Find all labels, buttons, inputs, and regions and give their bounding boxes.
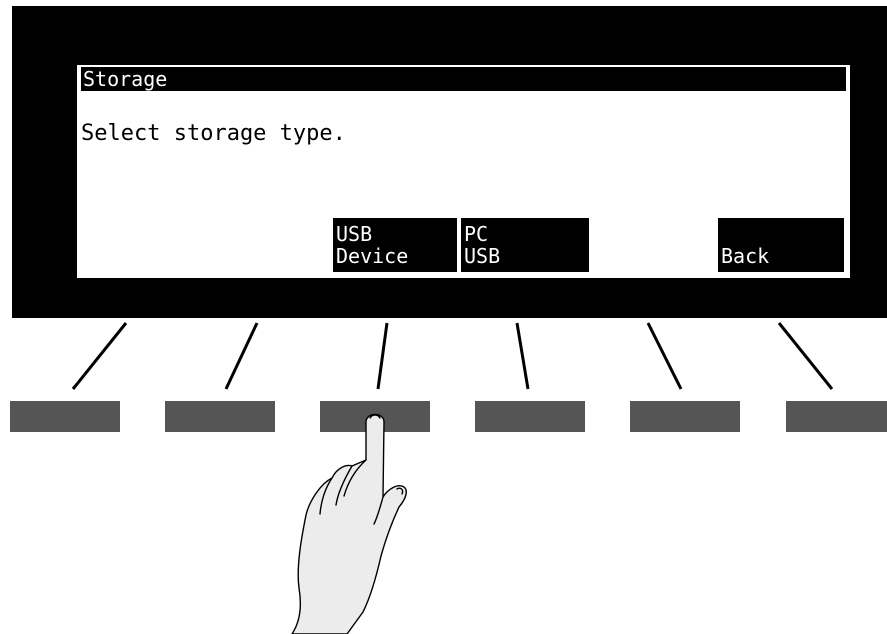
leader-line-5 (646, 322, 683, 390)
soft-button-4[interactable] (475, 401, 585, 432)
soft-button-2[interactable] (165, 401, 275, 432)
leader-lines (71, 322, 834, 390)
leader-line-1 (71, 322, 128, 390)
leader-line-2 (224, 322, 259, 390)
leader-line-3 (376, 322, 389, 390)
soft-button-3[interactable] (320, 401, 430, 432)
soft-button-5[interactable] (630, 401, 740, 432)
soft-button-1[interactable] (10, 401, 120, 432)
soft-button-6[interactable] (786, 401, 887, 432)
leader-line-6 (777, 322, 834, 390)
leader-line-4 (515, 322, 530, 390)
